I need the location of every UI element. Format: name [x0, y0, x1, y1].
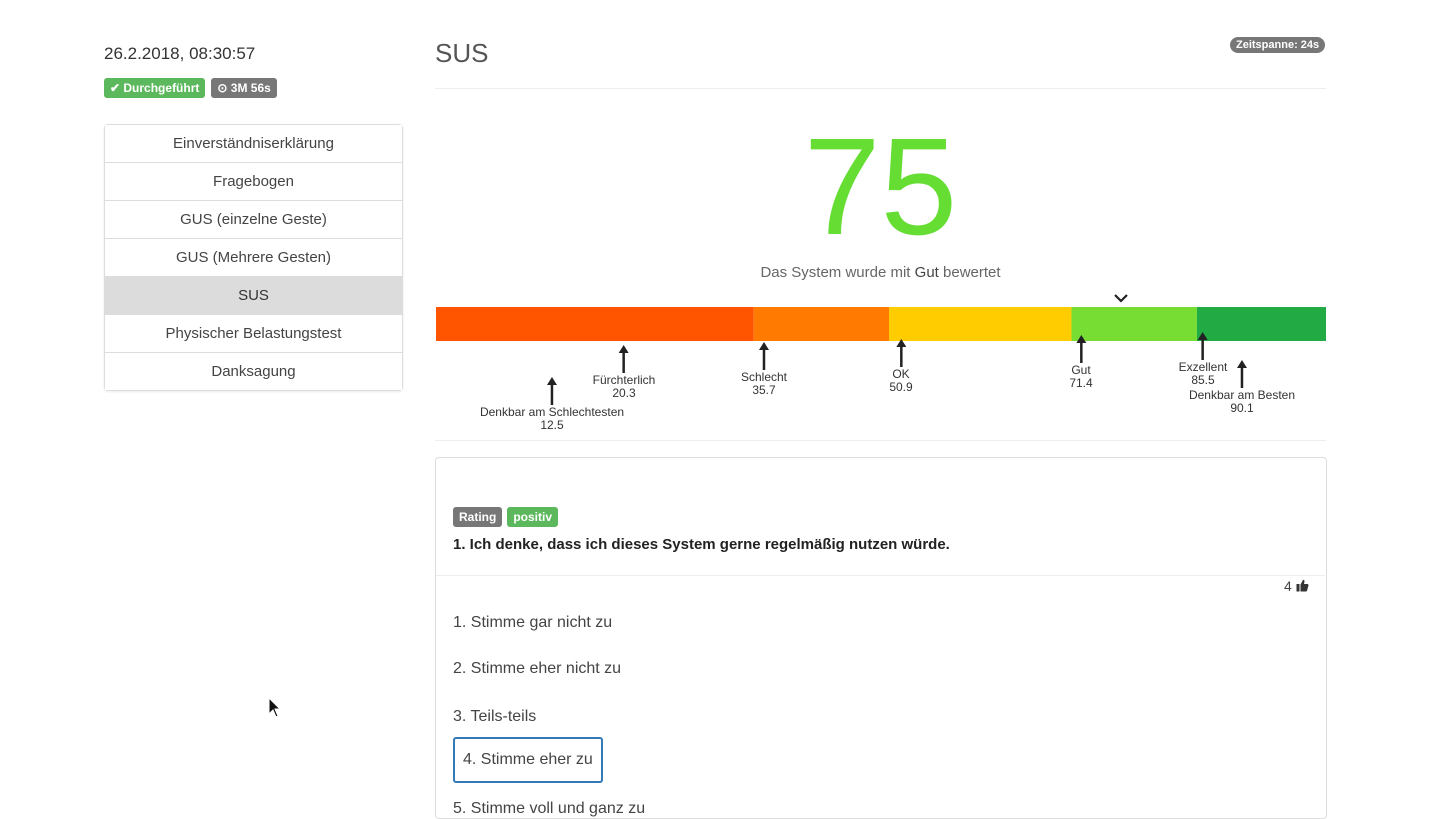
- thumbs-up-icon: [1296, 579, 1309, 592]
- nav-item-fragebogen[interactable]: Fragebogen: [105, 163, 402, 201]
- duration-badge: ⊙ 3M 56s: [211, 78, 277, 98]
- marker-schlecht: Schlecht 35.7: [741, 341, 787, 397]
- chevron-down-icon: [1114, 294, 1128, 303]
- marker-denkbar-schlechtesten: Denkbar am Schlechtesten 12.5: [480, 376, 624, 432]
- scale-segment: [436, 307, 754, 341]
- marker-label: Denkbar am Besten: [1188, 388, 1296, 402]
- arrow-up-icon: [546, 377, 557, 405]
- marker-label: Schlecht: [740, 370, 788, 384]
- marker-label: Fürchterlich: [592, 373, 656, 387]
- scale-segment: [1071, 307, 1197, 341]
- score-suffix: bewertet: [943, 264, 1001, 281]
- divider: [436, 575, 1325, 576]
- nav-item-danksagung[interactable]: Danksagung: [105, 353, 402, 390]
- positive-tag: positiv: [507, 507, 559, 527]
- answer-count-value: 4: [1284, 578, 1292, 594]
- marker-value: 12.5: [540, 418, 564, 432]
- marker-value: 35.7: [752, 383, 776, 397]
- marker-label: Denkbar am Schlechtesten: [479, 405, 625, 419]
- marker-value: 85.5: [1191, 373, 1215, 387]
- question-tags: Rating positiv: [453, 507, 559, 527]
- marker-label: Gut: [1071, 363, 1091, 377]
- page-title: SUS: [435, 38, 489, 68]
- marker-value: 20.3: [612, 386, 636, 400]
- score-prefix: Das System wurde mit: [760, 264, 911, 281]
- scale-segment: [889, 307, 1072, 341]
- session-badges: ✔ Durchgeführt ⊙ 3M 56s: [104, 78, 277, 98]
- arrow-up-icon: [1237, 360, 1247, 388]
- nav-item-belastungstest[interactable]: Physischer Belastungstest: [105, 315, 402, 353]
- rating-tag: Rating: [453, 507, 503, 527]
- phase-list: Einverständniserklärung Fragebogen GUS (…: [104, 124, 403, 391]
- score-description: Das System wurde mit Gut bewertet: [435, 264, 1326, 281]
- answer-option-1[interactable]: 1. Stimme gar nicht zu: [453, 614, 612, 632]
- arrow-up-icon: [619, 345, 629, 373]
- answer-count: 4: [1284, 578, 1309, 594]
- divider: [435, 88, 1326, 89]
- nav-item-gus-mehrere[interactable]: GUS (Mehrere Gesten): [105, 239, 402, 277]
- score-rating: Gut: [914, 264, 939, 281]
- marker-value: 90.1: [1230, 401, 1254, 415]
- nav-item-gus-einzeln[interactable]: GUS (einzelne Geste): [105, 201, 402, 239]
- status-badge: ✔ Durchgeführt: [104, 78, 206, 98]
- answer-option-4-selected[interactable]: 4. Stimme eher zu: [453, 737, 603, 783]
- sus-score: 75: [803, 110, 958, 264]
- timespan-badge: Zeitspanne: 24s: [1230, 37, 1326, 53]
- answer-option-5[interactable]: 5. Stimme voll und ganz zu: [453, 800, 645, 818]
- arrow-up-icon: [759, 342, 769, 370]
- scale-segment: [753, 307, 890, 341]
- nav-item-einverstaendnis[interactable]: Einverständniserklärung: [105, 125, 402, 163]
- mouse-pointer-icon: [268, 697, 282, 718]
- answer-option-3[interactable]: 3. Teils-teils: [453, 708, 536, 726]
- marker-denkbar-besten: Denkbar am Besten 90.1: [1189, 359, 1295, 415]
- marker-gut: Gut 71.4: [1069, 334, 1093, 390]
- marker-label: Exzellent: [1178, 360, 1228, 374]
- nav-item-sus[interactable]: SUS: [105, 277, 402, 315]
- arrow-up-icon: [895, 339, 906, 367]
- question-text: 1. Ich denke, dass ich dieses System ger…: [453, 536, 950, 553]
- marker-ok: OK 50.9: [889, 338, 913, 394]
- sus-scale-bar: [436, 307, 1326, 341]
- marker-fuerchterlich: Fürchterlich 20.3: [592, 344, 656, 400]
- marker-label: OK: [892, 367, 910, 381]
- scale-segment: [1196, 307, 1326, 341]
- marker-value: 50.9: [889, 380, 913, 394]
- answer-option-2[interactable]: 2. Stimme eher nicht zu: [453, 660, 621, 678]
- marker-value: 71.4: [1069, 376, 1093, 390]
- divider: [435, 440, 1326, 441]
- session-date: 26.2.2018, 08:30:57: [104, 44, 256, 63]
- scale-segments: [436, 307, 1326, 341]
